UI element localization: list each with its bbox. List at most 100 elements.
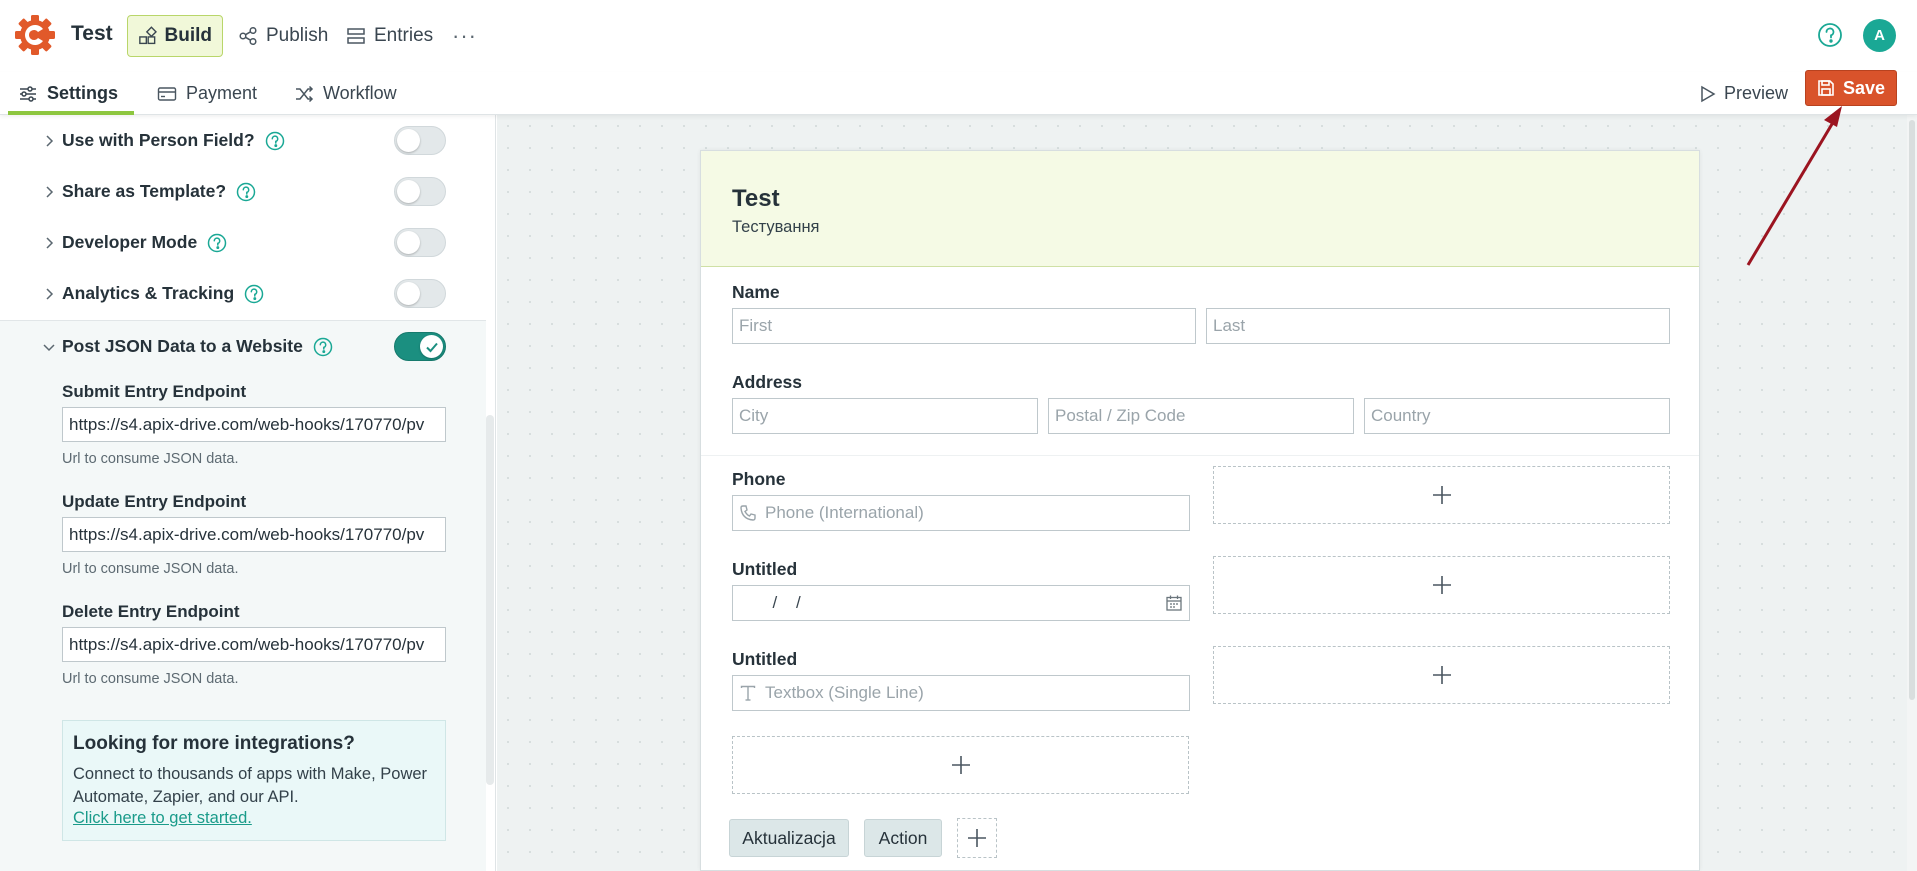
canvas-scrollbar[interactable] [1907,115,1917,871]
help-icon[interactable] [1817,22,1843,48]
plus-icon [1432,486,1451,504]
sidebar-scrollbar[interactable] [486,415,494,785]
integrations-text: Connect to thousands of apps with Make, … [73,765,428,806]
help-icon[interactable] [313,337,333,357]
form-title: Test [732,185,780,212]
textbox-input[interactable]: Textbox (Single Line) [732,675,1190,711]
post-json-toggle[interactable] [394,332,446,361]
aktualizacja-button[interactable]: Aktualizacja [729,819,849,857]
chevron-right-icon[interactable] [42,134,56,148]
setting-row-analytics[interactable]: Analytics & Tracking [0,268,486,319]
country-input[interactable]: Country [1364,398,1670,434]
action-button[interactable]: Action [864,819,942,857]
add-button-button[interactable] [957,818,997,858]
entries-icon [347,28,365,44]
form-description: Тестування [732,218,820,236]
user-avatar[interactable]: A [1863,19,1896,52]
text-type-icon [740,685,756,701]
tab-workflow[interactable]: Workflow [294,72,397,115]
setting-row-share-template[interactable]: Share as Template? [0,166,486,217]
plus-icon [1432,576,1451,594]
sub-toolbar: Settings Payment Workflow Preview [0,72,1917,115]
textbox-placeholder: Textbox (Single Line) [765,683,924,702]
postal-code-placeholder: Postal / Zip Code [1055,406,1186,425]
setting-label-text: Post JSON Data to a Website [62,335,303,356]
analytics-toggle[interactable] [394,279,446,308]
name-field-label: Name [732,282,780,302]
help-icon[interactable] [236,182,256,202]
setting-label: Use with Person Field? [62,130,285,151]
section-divider [701,455,1699,456]
add-field-dropzone[interactable] [1213,466,1670,524]
add-row-dropzone[interactable] [732,736,1189,794]
setting-label-text: Developer Mode [62,231,198,252]
chevron-right-icon[interactable] [42,287,56,301]
last-name-placeholder: Last [1213,316,1246,335]
person-field-toggle[interactable] [394,126,446,155]
plus-icon [1432,666,1451,684]
setting-row-post-json[interactable]: Post JSON Data to a Website [0,321,486,372]
city-placeholder: City [739,406,769,425]
app-title[interactable]: Test [71,22,113,46]
help-icon[interactable] [207,233,227,253]
nav-build-button[interactable]: Build [127,15,223,57]
form-header[interactable]: Test Тестування [701,151,1699,267]
more-menu-button[interactable]: ··· [442,15,487,57]
integrations-title: Looking for more integrations? [73,733,355,754]
last-name-input[interactable]: Last [1206,308,1670,344]
nav-entries-label: Entries [374,25,434,46]
date-input[interactable]: / / [732,585,1190,621]
update-endpoint-hint: Url to consume JSON data. [62,561,239,577]
annotation-arrow-icon [1746,106,1842,266]
submit-endpoint-input[interactable]: https://s4.apix-drive.com/web-hooks/1707… [62,407,446,442]
setting-row-developer-mode[interactable]: Developer Mode [0,217,486,268]
chevron-right-icon[interactable] [42,185,56,199]
textbox-field-label: Untitled [732,649,798,669]
setting-label-text: Share as Template? [62,180,227,201]
app-logo-icon[interactable] [14,14,56,56]
add-field-dropzone[interactable] [1213,646,1670,704]
sliders-icon [20,85,36,102]
share-template-toggle[interactable] [394,177,446,206]
setting-label: Post JSON Data to a Website [62,336,333,357]
setting-row-person-field[interactable]: Use with Person Field? [0,115,486,166]
setting-label-text: Analytics & Tracking [62,282,235,303]
tab-payment[interactable]: Payment [157,72,257,115]
top-bar: Test Build Publish Entries ··· A [0,0,1917,72]
date-field-label: Untitled [732,559,798,579]
country-placeholder: Country [1371,406,1431,425]
chevron-right-icon[interactable] [42,236,56,250]
submit-endpoint-hint: Url to consume JSON data. [62,451,239,467]
phone-input[interactable]: Phone (International) [732,495,1190,531]
setting-label: Share as Template? [62,181,256,202]
setting-label-text: Use with Person Field? [62,129,255,150]
chevron-down-icon[interactable] [42,340,56,354]
delete-endpoint-input[interactable]: https://s4.apix-drive.com/web-hooks/1707… [62,627,446,662]
add-field-dropzone[interactable] [1213,556,1670,614]
update-endpoint-input[interactable]: https://s4.apix-drive.com/web-hooks/1707… [62,517,446,552]
floppy-disk-icon [1818,80,1834,96]
address-field-label: Address [732,372,803,392]
nav-entries-button[interactable]: Entries [336,15,443,57]
share-icon [239,26,257,46]
first-name-input[interactable]: First [732,308,1196,344]
first-name-placeholder: First [739,316,773,335]
save-label: Save [1842,77,1886,98]
plus-icon [968,829,986,847]
postal-code-input[interactable]: Postal / Zip Code [1048,398,1354,434]
tab-payment-label: Payment [186,83,258,103]
integrations-link[interactable]: Click here to get started. [73,809,435,828]
nav-publish-button[interactable]: Publish [228,15,338,57]
credit-card-icon [157,86,177,101]
city-input[interactable]: City [732,398,1038,434]
update-endpoint-label: Update Entry Endpoint [62,492,247,511]
tab-settings[interactable]: Settings [7,72,135,115]
calendar-icon[interactable] [1165,594,1183,612]
phone-icon [740,505,756,521]
tab-workflow-label: Workflow [323,83,397,103]
help-icon[interactable] [265,131,285,151]
settings-sidebar: Use with Person Field? Share as Template… [0,115,496,871]
help-icon[interactable] [244,284,264,304]
delete-endpoint-label: Delete Entry Endpoint [62,602,240,621]
developer-mode-toggle[interactable] [394,228,446,257]
